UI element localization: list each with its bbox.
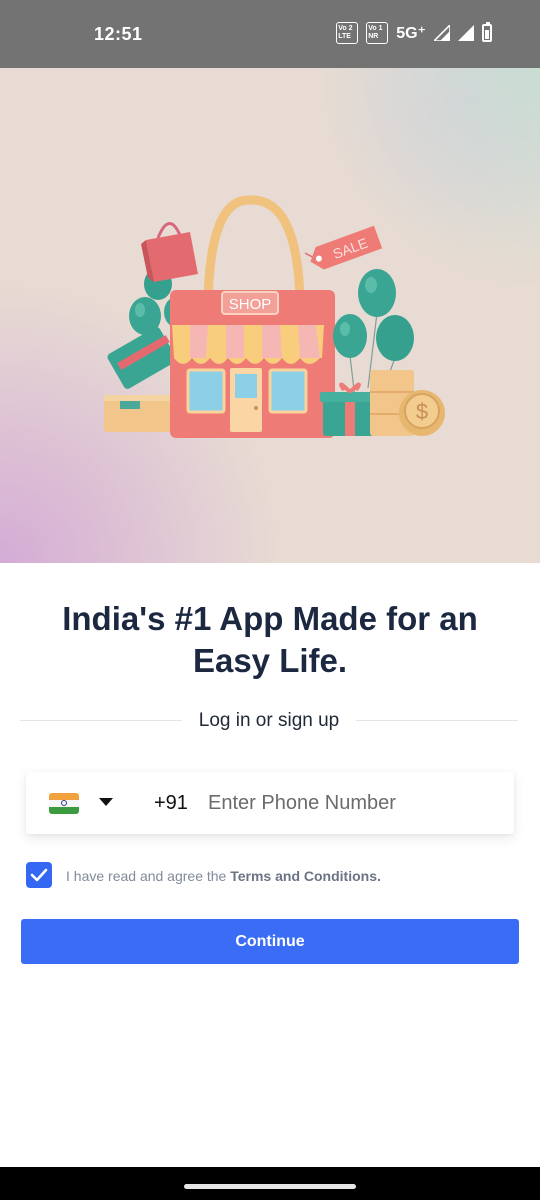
navigation-bar xyxy=(0,1167,540,1200)
terms-label: I have read and agree the Terms and Cond… xyxy=(66,867,381,885)
hero-banner: SHOP SALE $ xyxy=(0,68,540,563)
country-code: +91 xyxy=(154,792,188,814)
volte-sim1-icon: Vo 2 LTE xyxy=(336,22,359,44)
terms-link[interactable]: Terms and Conditions. xyxy=(230,868,381,884)
phone-input[interactable] xyxy=(208,786,498,820)
home-gesture-handle[interactable] xyxy=(184,1184,356,1189)
checkmark-icon xyxy=(30,868,48,882)
signal-icon xyxy=(434,25,450,41)
svg-text:$: $ xyxy=(416,399,428,424)
page-title: India's #1 App Made for an Easy Life. xyxy=(62,600,478,679)
signal-icon xyxy=(458,25,474,41)
volte-sim2-icon: Vo 1 NR xyxy=(366,22,389,44)
divider-line xyxy=(356,720,518,721)
phone-number-field: +91 xyxy=(26,772,514,834)
login-divider: Log in or sign up xyxy=(20,708,518,734)
terms-checkbox[interactable] xyxy=(26,862,52,888)
india-flag-icon[interactable] xyxy=(49,793,79,814)
chevron-down-icon[interactable] xyxy=(99,798,113,806)
shop-storefront-illustration: SHOP SALE $ xyxy=(104,195,445,438)
status-bar: 12:51 Vo 2 LTE Vo 1 NR 5G⁺ xyxy=(0,0,540,68)
status-time: 12:51 xyxy=(94,24,143,44)
continue-button[interactable]: Continue xyxy=(21,919,519,964)
network-type-label: 5G⁺ xyxy=(396,25,426,42)
battery-icon xyxy=(482,22,492,42)
status-icons: Vo 2 LTE Vo 1 NR 5G⁺ xyxy=(336,22,492,44)
divider-label: Log in or sign up xyxy=(198,710,340,731)
terms-prefix: I have read and agree the xyxy=(66,868,231,884)
shop-sign-text: SHOP xyxy=(229,296,272,313)
